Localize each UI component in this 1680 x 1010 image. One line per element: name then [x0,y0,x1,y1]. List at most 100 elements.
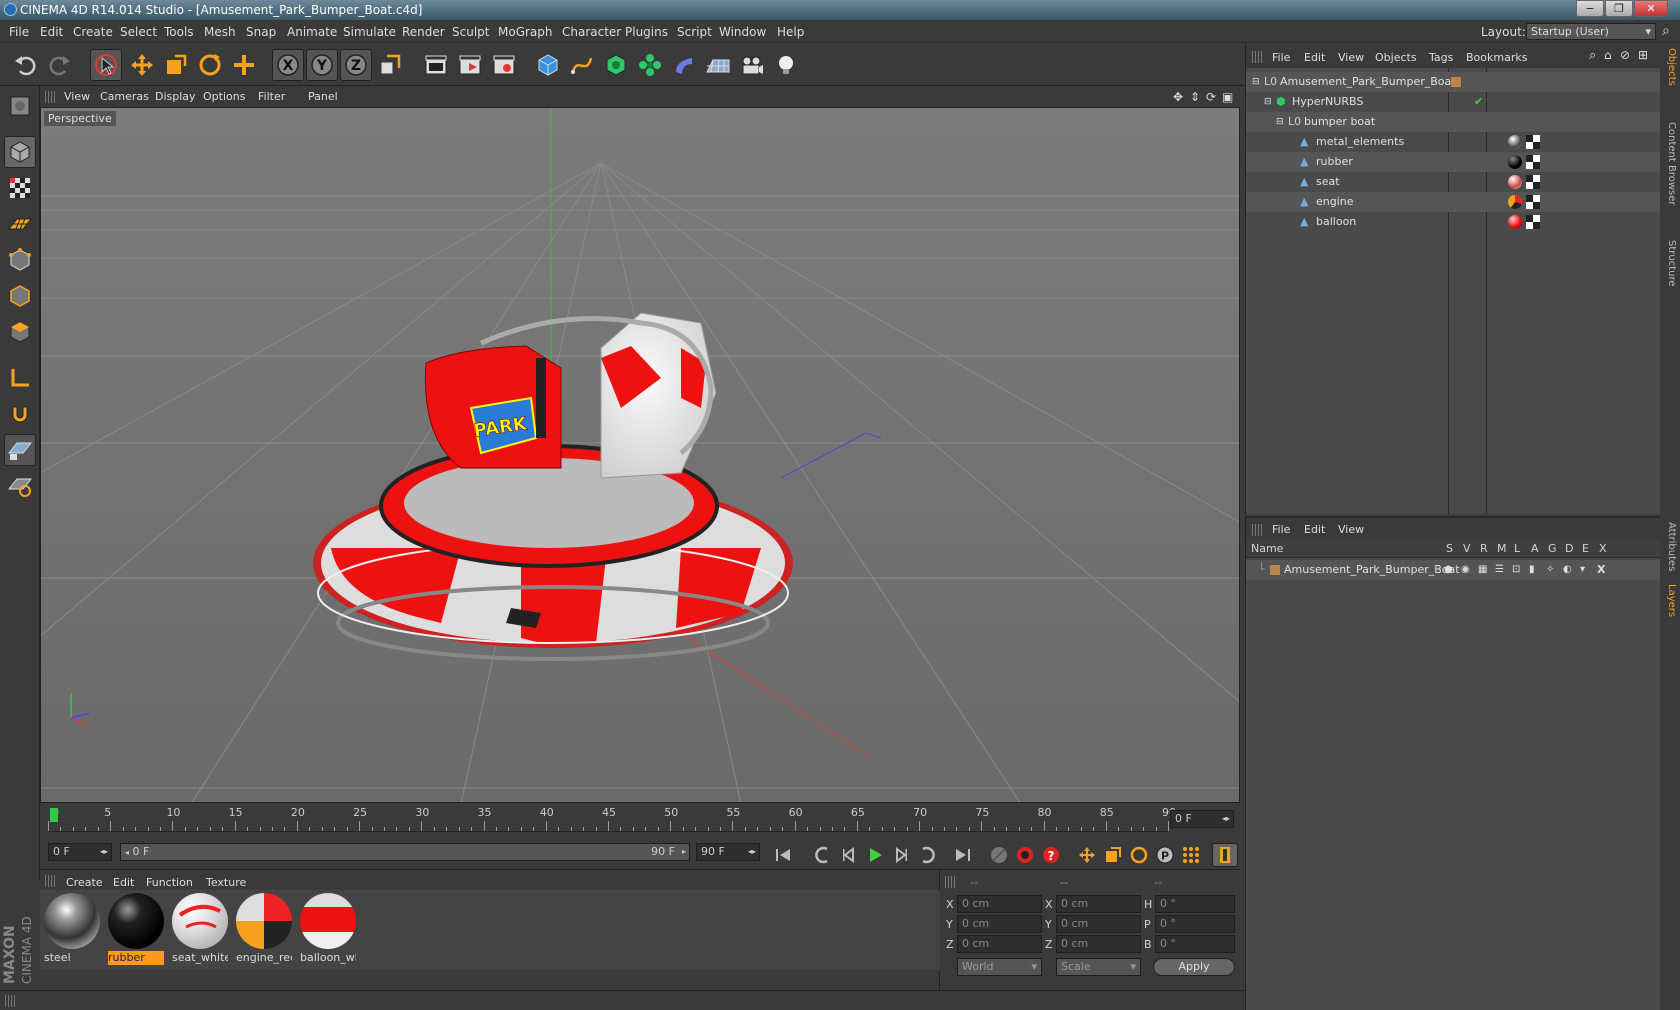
manager-icon[interactable]: ☰ [1495,560,1504,580]
minimize-button[interactable]: − [1576,0,1604,17]
playhead[interactable] [50,808,58,822]
material-tag-icon[interactable] [1508,135,1522,149]
rot-b-field[interactable]: 0 ° [1155,935,1235,953]
environment-button[interactable] [702,49,734,81]
previous-keyframe-button[interactable] [810,843,836,867]
record-point-level-button[interactable] [1178,843,1204,867]
layer-flag-header[interactable]: R [1480,542,1488,555]
new-window-icon[interactable]: ⊞ [1638,48,1648,62]
layer-flag-header[interactable]: G [1548,542,1557,555]
layer-row[interactable]: └ Amusement_Park_Bumper_Boat ● ◉ ▦ ☰ ⊡ ▮… [1246,560,1661,580]
spline-button[interactable] [566,49,598,81]
pos-z-field[interactable]: 0 cm [957,935,1042,953]
current-frame-field[interactable]: 0 F ◂▸ [1170,810,1234,828]
rot-h-field[interactable]: 0 ° [1155,895,1235,913]
object-row-rubber[interactable]: ▲ rubber [1246,152,1661,172]
live-selection-button[interactable] [90,49,122,81]
texture-tag-icon[interactable] [1526,175,1540,189]
material-tag-icon[interactable] [1508,215,1522,229]
layer-flag-header[interactable]: M [1497,542,1507,555]
rotate-view-icon[interactable]: ⟳ [1206,90,1216,104]
apply-button[interactable]: Apply [1153,958,1235,976]
layer-flag-header[interactable]: V [1463,542,1471,555]
layer-flag-header[interactable]: A [1531,542,1539,555]
viewport-menu-display[interactable]: Display [155,90,196,103]
material-tag-icon[interactable] [1508,175,1522,189]
material-seat-white[interactable]: seat_white [170,891,230,965]
layer-flag-header[interactable]: E [1582,542,1589,555]
go-to-end-button[interactable] [950,843,976,867]
axis-mode-button[interactable] [4,362,36,394]
menu-render[interactable]: Render [402,25,445,39]
solo-icon[interactable]: ● [1444,560,1453,580]
material-tag-icon[interactable] [1508,195,1522,209]
points-mode-button[interactable] [4,244,36,276]
object-row-balloon[interactable]: ▲ balloon [1246,212,1661,232]
object-row-seat[interactable]: ▲ seat [1246,172,1661,192]
nurbs-button[interactable] [600,49,632,81]
deformer-button[interactable] [668,49,700,81]
redo-button[interactable] [44,49,76,81]
layout-select[interactable]: Startup (User) ▾ [1526,23,1656,40]
layers-menu-edit[interactable]: Edit [1304,523,1325,536]
record-active-button[interactable] [986,843,1012,867]
link-icon[interactable]: ⊘ [1620,48,1630,62]
objects-menu-file[interactable]: File [1272,51,1290,64]
record-rotation-button[interactable] [1126,843,1152,867]
start-frame-field[interactable]: 0 F ◂▸ [48,843,112,861]
perspective-viewport[interactable]: PARK Perspective [40,107,1240,803]
undo-button[interactable] [9,49,41,81]
menu-animate[interactable]: Animate [287,25,337,39]
menu-sculpt[interactable]: Sculpt [452,25,489,39]
preview-range-slider[interactable]: ◂ 0 F 90 F ▸ [120,843,690,861]
render-picture-viewer-button[interactable] [454,49,486,81]
render-settings-button[interactable] [488,49,520,81]
material-menu-texture[interactable]: Texture [206,876,246,889]
camera-button[interactable] [736,49,768,81]
objects-menu-objects[interactable]: Objects [1375,51,1417,64]
search-icon[interactable]: ⌕ [1662,23,1670,39]
menu-simulate[interactable]: Simulate [343,25,396,39]
layers-menu-view[interactable]: View [1338,523,1364,536]
render-view-button[interactable] [420,49,452,81]
expression-icon[interactable]: ▾ [1580,560,1585,580]
render-icon[interactable]: ▦ [1478,560,1487,580]
close-button[interactable]: ✕ [1634,0,1668,17]
timeline-ruler[interactable]: 051015202530354045505560657075808590 0 F… [40,804,1240,834]
generator-icon[interactable]: ✧ [1546,560,1554,580]
menu-edit[interactable]: Edit [40,25,63,39]
object-row-bumper-boat[interactable]: ⊟ L0 bumper boat [1246,112,1661,132]
light-button[interactable] [770,49,802,81]
menu-select[interactable]: Select [120,25,157,39]
layer-flag-header[interactable]: S [1446,542,1453,555]
next-keyframe-button[interactable] [914,843,940,867]
checkmark-icon[interactable]: ✔ [1474,92,1483,112]
menu-help[interactable]: Help [777,25,804,39]
autokeying-button[interactable] [1012,843,1038,867]
collapse-icon[interactable]: ⊟ [1252,72,1260,92]
keyframe-selection-button[interactable]: ? [1038,843,1064,867]
play-button[interactable] [862,843,888,867]
layer-flag-header[interactable]: L [1514,542,1520,555]
size-y-field[interactable]: 0 cm [1056,915,1141,933]
menu-mesh[interactable]: Mesh [204,25,236,39]
rot-p-field[interactable]: 0 ° [1155,915,1235,933]
pos-y-field[interactable]: 0 cm [957,915,1042,933]
material-engine-red[interactable]: engine_red [234,891,294,965]
size-z-field[interactable]: 0 cm [1056,935,1141,953]
texture-mode-button[interactable] [4,172,36,204]
layer-flag-header[interactable]: X [1599,542,1607,555]
menu-character[interactable]: Character [562,25,621,39]
menu-window[interactable]: Window [719,25,766,39]
layers-menu-file[interactable]: File [1272,523,1290,536]
move-tool-button[interactable] [126,49,158,81]
material-balloon-white[interactable]: balloon_wh [298,891,358,965]
objects-menu-tags[interactable]: Tags [1429,51,1453,64]
z-axis-button[interactable]: Z [340,49,372,81]
home-icon[interactable]: ⌂ [1604,48,1612,62]
record-position-button[interactable] [1074,843,1100,867]
layer-color-icon[interactable] [1270,565,1280,575]
viewport-menu-panel[interactable]: Panel [308,90,338,103]
lock-icon[interactable]: ⊡ [1512,560,1520,580]
scale-tool-button[interactable] [160,49,192,81]
